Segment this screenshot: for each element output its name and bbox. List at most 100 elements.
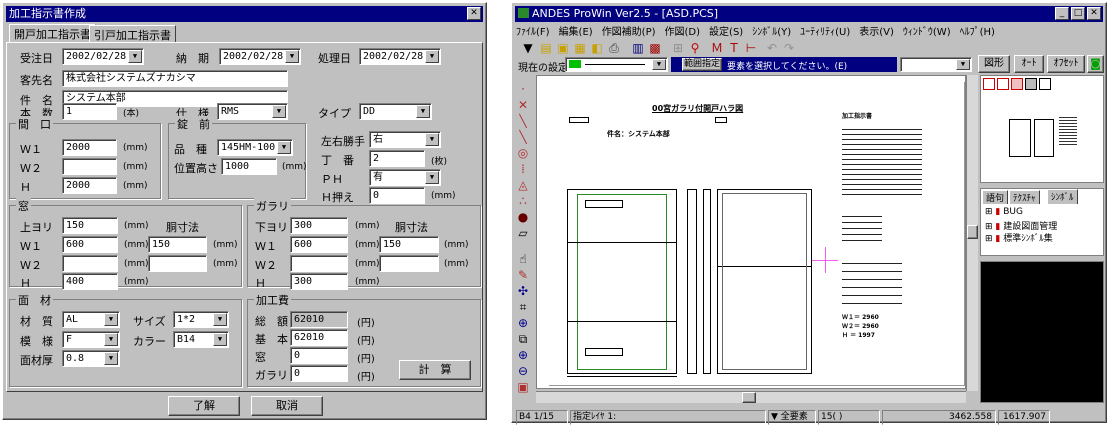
scroll-thumb-h[interactable]: [742, 392, 756, 403]
chevron-down-icon[interactable]: ▼: [425, 50, 439, 63]
louver-w1-field[interactable]: 600: [290, 236, 348, 253]
zoom-out-icon[interactable]: ⊖: [515, 363, 531, 379]
zoom-icon[interactable]: ⊕: [515, 315, 531, 331]
color-combo[interactable]: B14 ▼: [173, 331, 229, 348]
rectangle-icon[interactable]: ▱: [515, 225, 531, 241]
tab-hinged-door[interactable]: 開戸加工指示書: [9, 24, 96, 43]
maximize-icon[interactable]: □: [1071, 7, 1085, 20]
size-combo[interactable]: 1*2 ▼: [173, 311, 229, 328]
auto-button[interactable]: ｵｰﾄ: [1014, 55, 1044, 73]
receive-date-combo[interactable]: 2002/02/28 ▼: [62, 48, 144, 65]
symbol-combo[interactable]: ▼: [900, 57, 972, 72]
chevron-down-icon[interactable]: ▼: [285, 50, 299, 63]
h-press-field[interactable]: 0: [369, 187, 425, 204]
stamp-icon[interactable]: ●: [515, 209, 531, 225]
calculate-button[interactable]: 計 算: [399, 360, 471, 380]
louver-w2-field[interactable]: [290, 255, 348, 272]
thumb-tool-2-icon[interactable]: [997, 78, 1009, 90]
window-w2-field[interactable]: [62, 255, 118, 272]
offset-button[interactable]: ｵﾌｾｯﾄ: [1047, 55, 1085, 73]
redo-icon[interactable]: ↷: [781, 40, 797, 56]
line-icon[interactable]: ╲: [515, 113, 531, 129]
menu-help[interactable]: ﾍﾙﾌﾟ(H): [960, 27, 995, 38]
window-top-field[interactable]: 150: [62, 217, 118, 234]
drawing-canvas[interactable]: 00宮ガラリ付開戸ハラ図 件名：システム本部 加工指示書 Ｗ１＝ 2960 Ｗ２…: [536, 75, 966, 389]
layer-icon[interactable]: ▥: [630, 40, 646, 56]
opening-w1-field[interactable]: 2000: [62, 139, 117, 156]
lock-model-combo[interactable]: 145HM-100 ▼: [217, 139, 293, 156]
cut-icon[interactable]: ⚲: [687, 40, 703, 56]
spec-combo[interactable]: RMS ▼: [217, 103, 288, 120]
chevron-down-icon[interactable]: ▼: [425, 133, 439, 146]
status-elements[interactable]: ▼ 全要素: [768, 410, 816, 425]
cancel-button[interactable]: 取消: [251, 396, 323, 416]
client-field[interactable]: 株式会社システムズナカシマ: [62, 70, 288, 87]
close-icon[interactable]: ✕: [1087, 7, 1101, 20]
scroll-thumb-v[interactable]: [967, 225, 978, 239]
count-field[interactable]: 1: [62, 103, 117, 120]
opening-w2-field[interactable]: [62, 158, 117, 175]
fit-icon[interactable]: ⌗: [515, 299, 531, 315]
point-icon[interactable]: ·: [515, 81, 531, 97]
chevron-down-icon[interactable]: ▼: [104, 333, 118, 346]
tree-item[interactable]: ⊞ ▮ 標準ｼﾝﾎﾞﾙ集: [985, 231, 1053, 244]
chevron-down-icon[interactable]: ▼: [956, 59, 970, 70]
material-combo[interactable]: AL ▼: [62, 311, 120, 328]
chevron-down-icon[interactable]: ▼: [213, 313, 227, 326]
menu-edit[interactable]: 編集(E): [559, 27, 593, 38]
measure-icon[interactable]: ⊞: [670, 40, 686, 56]
text-icon[interactable]: Ｔ: [726, 40, 742, 56]
move-icon[interactable]: ✣: [515, 283, 531, 299]
chevron-down-icon[interactable]: ▼: [272, 105, 286, 118]
hinge-lr-combo[interactable]: 右 ▼: [369, 131, 441, 148]
menu-assist[interactable]: 作図補助(P): [602, 27, 656, 38]
grid-point-icon[interactable]: ⁞: [515, 161, 531, 177]
range-button[interactable]: 範囲指定: [682, 58, 722, 71]
menu-settings[interactable]: 設定(S): [709, 27, 743, 38]
save-icon[interactable]: ▦: [572, 40, 588, 56]
menu-file[interactable]: ﾌｧｲﾙ(F): [516, 27, 550, 38]
tab-texture[interactable]: ﾃｸｽﾁｬ: [1009, 190, 1040, 204]
window-w1-field[interactable]: 600: [62, 236, 118, 253]
shape-icon[interactable]: ◬: [515, 177, 531, 193]
chevron-down-icon[interactable]: ▼: [213, 333, 227, 346]
menu-window[interactable]: ｳｨﾝﾄﾞｳ(W): [903, 27, 951, 38]
type-combo[interactable]: DD ▼: [359, 103, 432, 120]
snap-toggle-icon[interactable]: ◙: [1087, 55, 1104, 73]
close-icon[interactable]: ✕: [467, 7, 481, 20]
ph-combo[interactable]: 有 ▼: [369, 169, 441, 186]
chevron-down-icon[interactable]: ▼: [425, 171, 439, 184]
window-cost-field[interactable]: 0: [290, 347, 348, 364]
louver-bottom-field[interactable]: 300: [290, 217, 348, 234]
dimension-icon[interactable]: ⊢: [743, 40, 759, 56]
thumb-tool-1-icon[interactable]: [983, 78, 995, 90]
window-w1-side-field[interactable]: 150: [148, 236, 207, 253]
process-date-combo[interactable]: 2002/02/28 ▼: [359, 48, 441, 65]
thumb-tool-3-icon[interactable]: [1011, 78, 1023, 90]
thumb-tool-5-icon[interactable]: [1039, 78, 1051, 90]
grid-icon[interactable]: ▩: [647, 40, 663, 56]
louver-h-field[interactable]: 300: [290, 273, 348, 290]
louver-cost-field[interactable]: 0: [290, 365, 348, 382]
minimize-icon[interactable]: _: [1055, 7, 1069, 20]
window-h-field[interactable]: 400: [62, 273, 118, 290]
pattern-combo[interactable]: F ▼: [62, 331, 120, 348]
tab-phrase[interactable]: 語句: [982, 190, 1009, 204]
thickness-combo[interactable]: 0.8 ▼: [62, 350, 120, 367]
chevron-down-icon[interactable]: ▼: [652, 59, 666, 70]
chevron-down-icon[interactable]: ▼: [104, 352, 118, 365]
menu-draw[interactable]: 作図(D): [665, 27, 701, 38]
tree-item[interactable]: ⊞ ▮ BUG: [985, 207, 1023, 217]
menu-utility[interactable]: ﾕｰﾃｨﾘﾃｨ(U): [800, 27, 850, 38]
open-file-icon[interactable]: ▣: [555, 40, 571, 56]
circle-icon[interactable]: ◎: [515, 145, 531, 161]
opening-h-field[interactable]: 2000: [62, 177, 117, 194]
hand-icon[interactable]: ☝: [515, 251, 531, 267]
pen-icon[interactable]: ✎: [515, 267, 531, 283]
menu-view[interactable]: 表示(V): [859, 27, 894, 38]
redraw-icon[interactable]: ▣: [515, 379, 531, 395]
deadline-combo[interactable]: 2002/02/28 ▼: [219, 48, 301, 65]
window-w2-side-field[interactable]: [148, 255, 207, 272]
chevron-down-icon[interactable]: ▼: [104, 313, 118, 326]
chevron-down-icon[interactable]: ▼: [128, 50, 142, 63]
